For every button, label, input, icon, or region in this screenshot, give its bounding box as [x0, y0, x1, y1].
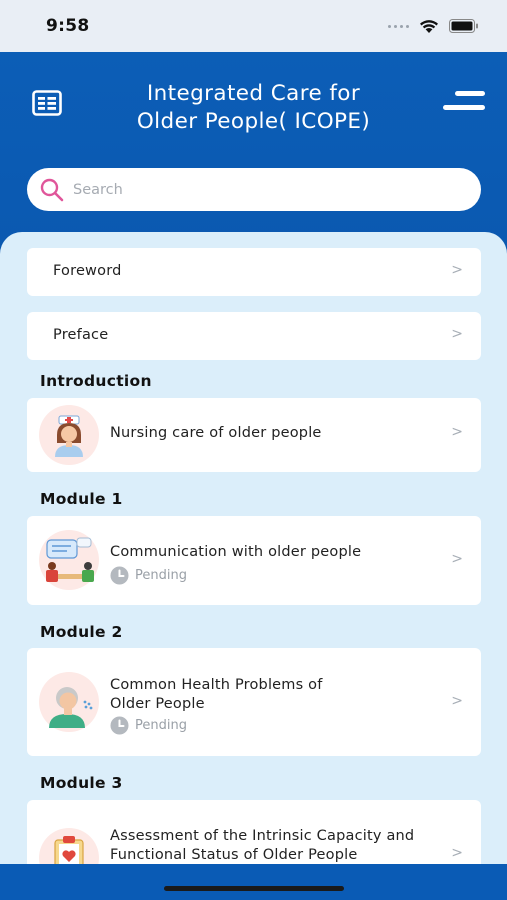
module-label: Communication with older people: [110, 544, 362, 560]
nurse-icon: [39, 405, 99, 465]
module-item-assessment[interactable]: Assessment of the Intrinsic Capacity and…: [27, 800, 481, 864]
chevron-right-icon: >: [451, 551, 463, 567]
clock-icon: [110, 566, 129, 585]
preface-item[interactable]: Preface >: [27, 312, 481, 360]
section-title-module-1: Module 1: [40, 490, 123, 508]
page-title: Integrated Care for Older People( ICOPE): [136, 81, 371, 134]
status-text: Pending: [135, 718, 187, 733]
section-title-introduction: Introduction: [40, 372, 152, 390]
communication-icon: [39, 530, 99, 590]
status-icons: [388, 19, 479, 34]
module-item-communication[interactable]: Communication with older people Pending …: [27, 516, 481, 605]
app-header: Integrated Care for Older People( ICOPE): [0, 52, 507, 232]
content-panel: Foreword > Preface > Introduction Nursin…: [0, 232, 507, 864]
clock-icon: [110, 716, 129, 735]
search-icon: [40, 178, 64, 201]
assessment-clipboard-icon: [39, 828, 99, 864]
bottom-safe-area: [0, 864, 507, 900]
home-indicator[interactable]: [164, 886, 344, 891]
wifi-icon: [420, 19, 438, 33]
module-item-nursing-care[interactable]: Nursing care of older people >: [27, 398, 481, 472]
chevron-right-icon: >: [451, 326, 463, 342]
module-label: Common Health Problems of Older People: [110, 677, 323, 712]
pending-status: Pending: [110, 716, 187, 735]
status-text: Pending: [135, 568, 187, 583]
foreword-item[interactable]: Foreword >: [27, 248, 481, 296]
chevron-right-icon: >: [451, 693, 463, 709]
status-bar: 9:58: [0, 0, 507, 52]
search-input[interactable]: [73, 181, 433, 198]
document-list-icon: [32, 90, 62, 116]
section-title-module-3: Module 3: [40, 774, 123, 792]
module-label: Nursing care of older people: [110, 425, 322, 441]
preface-label: Preface: [53, 327, 109, 343]
hamburger-line-top: [455, 91, 485, 96]
elderly-patient-icon: [39, 672, 99, 732]
pending-status: Pending: [110, 566, 187, 585]
chevron-right-icon: >: [451, 845, 463, 861]
hamburger-line-bottom: [443, 105, 485, 110]
module-item-health-problems[interactable]: Common Health Problems of Older People P…: [27, 648, 481, 756]
search-bar[interactable]: [27, 168, 481, 211]
status-time: 9:58: [46, 16, 90, 36]
hamburger-menu-button[interactable]: [441, 88, 485, 116]
battery-icon: [449, 19, 478, 33]
chevron-right-icon: >: [451, 262, 463, 278]
document-list-button[interactable]: [32, 90, 62, 116]
foreword-label: Foreword: [53, 263, 122, 279]
chevron-right-icon: >: [451, 424, 463, 440]
module-label: Assessment of the Intrinsic Capacity and…: [110, 828, 415, 863]
section-title-module-2: Module 2: [40, 623, 123, 641]
cellular-signal-icon: [388, 24, 409, 28]
